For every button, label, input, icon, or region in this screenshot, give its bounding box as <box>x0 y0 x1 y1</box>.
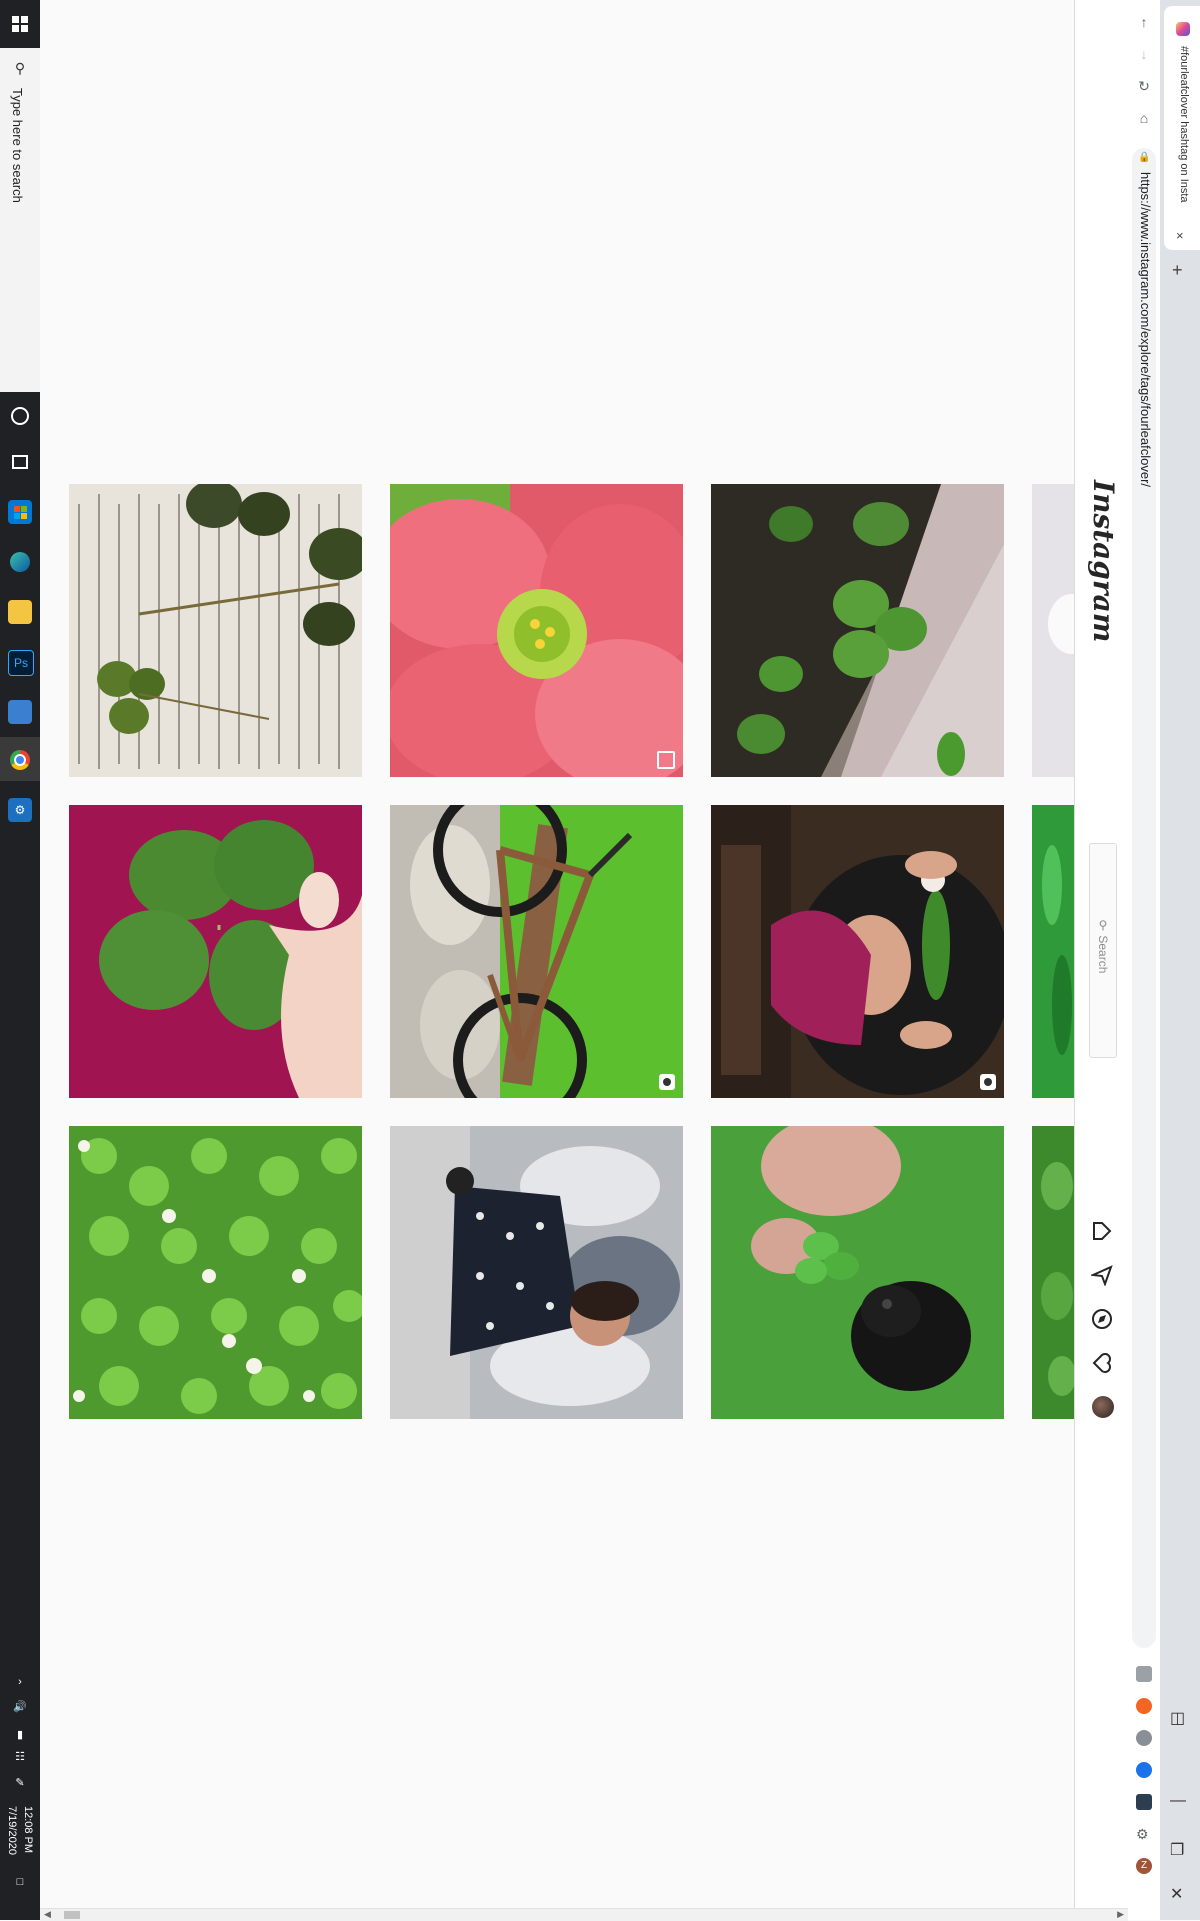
horizontal-scrollbar[interactable]: ◀ ▶ <box>40 1908 1128 1921</box>
search-placeholder: ⚲ Search <box>1096 918 1110 974</box>
post-thumbnail[interactable] <box>69 484 362 777</box>
taskbar-search-placeholder: Type here to search <box>10 88 25 203</box>
bicycle-on-grass-image <box>390 805 683 1098</box>
partial-image <box>1032 1126 1074 1419</box>
post-thumbnail[interactable] <box>390 805 683 1098</box>
back-arrow-icon[interactable]: ↑ <box>1132 10 1156 34</box>
store-icon[interactable] <box>8 500 32 524</box>
tab-strip: #fourleafclover hashtag on Insta × + ◫ —… <box>1160 0 1200 1920</box>
reload-icon[interactable]: ↻ <box>1132 74 1156 98</box>
browser-toolbar: ↑ ↓ ↻ ⌂ 🔒 https://www.instagram.com/expl… <box>1128 0 1161 1920</box>
extension-photo-icon[interactable] <box>1136 1794 1152 1810</box>
extension-g-icon[interactable] <box>1136 1666 1152 1682</box>
search-icon: ⚲ <box>14 60 26 76</box>
url-text: https://www.instagram.com/explore/tags/f… <box>1138 172 1153 488</box>
browser-chrome: ↑ ↓ ↻ ⌂ 🔒 https://www.instagram.com/expl… <box>1128 0 1200 1920</box>
post-thumbnail[interactable] <box>711 805 1004 1098</box>
pen-icon[interactable]: ✎ <box>0 1776 40 1789</box>
post-thumbnail-partial[interactable] <box>1032 484 1074 777</box>
extension-orange-icon[interactable] <box>1136 1698 1152 1714</box>
profile-avatar[interactable] <box>1092 1396 1114 1418</box>
window-layout-icon[interactable]: ◫ <box>1170 1708 1185 1728</box>
notification-icon[interactable]: □ <box>0 1876 40 1888</box>
post-thumbnail-partial[interactable] <box>1032 805 1074 1098</box>
post-thumbnail[interactable] <box>390 484 683 777</box>
partial-image <box>1032 484 1074 777</box>
taskbar-clock[interactable]: 12:08 PM 7/19/2020 <box>4 1806 36 1855</box>
clock-time: 12:08 PM <box>22 1806 34 1854</box>
forward-arrow-icon[interactable]: ↓ <box>1132 42 1156 66</box>
video-icon <box>980 1074 996 1090</box>
minimize-icon[interactable]: — <box>1170 1792 1186 1810</box>
instagram-explore-page <box>40 0 1074 1908</box>
task-view-icon[interactable] <box>8 450 32 474</box>
extension-circle-icon[interactable] <box>1136 1730 1152 1746</box>
explore-icon[interactable] <box>1089 1306 1115 1332</box>
clock-date: 7/19/2020 <box>6 1806 18 1855</box>
settings-icon[interactable]: ⚙ <box>8 798 32 822</box>
new-tab-button[interactable]: + <box>1172 260 1183 281</box>
extensions-puzzle-icon[interactable]: ⚙ <box>1136 1826 1152 1842</box>
close-window-icon[interactable]: ✕ <box>1170 1884 1183 1904</box>
video-icon <box>659 1074 675 1090</box>
tab-instagram[interactable]: #fourleafclover hashtag on Insta × <box>1164 6 1200 250</box>
address-bar[interactable]: 🔒 https://www.instagram.com/explore/tags… <box>1132 148 1156 1648</box>
edge-icon[interactable] <box>8 550 32 574</box>
scrollbar-thumb[interactable] <box>64 1911 80 1919</box>
speaker-icon[interactable]: 🔊 <box>0 1700 40 1713</box>
network-icon[interactable]: ☷ <box>0 1750 40 1763</box>
direct-icon[interactable] <box>1089 1262 1115 1288</box>
taskbar: ⚲ Type here to search Ps ⚙ › 🔊 ▮ ☷ ✎ 12:… <box>0 0 41 1920</box>
tab-close-icon[interactable]: × <box>1176 228 1184 243</box>
hand-holding-clover-with-dog-image <box>711 1126 1004 1419</box>
pressed-clover-on-newspaper-image <box>69 484 362 777</box>
post-thumbnail[interactable] <box>390 1126 683 1419</box>
instagram-search-input[interactable]: ⚲ Search <box>1089 843 1117 1058</box>
battery-icon[interactable]: ▮ <box>0 1728 40 1741</box>
activity-heart-icon[interactable] <box>1089 1350 1115 1376</box>
home-icon[interactable] <box>1089 1218 1115 1244</box>
multiple-photos-icon <box>657 751 675 769</box>
instagram-favicon-icon <box>1176 22 1190 36</box>
chrome-icon[interactable] <box>8 748 32 772</box>
home-page-icon[interactable]: ⌂ <box>1132 106 1156 130</box>
post-thumbnail[interactable] <box>69 1126 362 1419</box>
clover-patch-with-flowers-image <box>69 1126 362 1419</box>
restore-icon[interactable]: ❐ <box>1170 1840 1184 1860</box>
start-icon[interactable] <box>0 0 40 48</box>
scroll-right-icon[interactable]: ▶ <box>1117 1909 1124 1920</box>
visual-studio-icon[interactable] <box>8 700 32 724</box>
cortana-icon[interactable] <box>8 404 32 428</box>
lock-icon: 🔒 <box>1138 152 1151 163</box>
extension-blue-icon[interactable] <box>1136 1762 1152 1778</box>
child-in-polka-dot-dress-image <box>390 1126 683 1419</box>
instagram-logo[interactable]: Instagram <box>1087 480 1120 642</box>
tab-title: #fourleafclover hashtag on Insta <box>1178 46 1190 203</box>
post-thumbnail[interactable] <box>711 1126 1004 1419</box>
photoshop-icon[interactable]: Ps <box>8 650 34 676</box>
partial-image <box>1032 805 1074 1098</box>
post-thumbnail-partial[interactable] <box>1032 1126 1074 1419</box>
woman-holding-leaf-image <box>711 805 1004 1098</box>
profile-icon[interactable]: Z <box>1136 1858 1152 1874</box>
post-thumbnail[interactable] <box>69 805 362 1098</box>
post-thumbnail[interactable] <box>711 484 1004 777</box>
pink-oxalis-flower-image <box>390 484 683 777</box>
tray-chevron-icon[interactable]: › <box>0 1676 40 1688</box>
file-explorer-icon[interactable] <box>8 600 32 624</box>
taskbar-search-box[interactable]: ⚲ Type here to search <box>0 0 41 392</box>
scroll-left-icon[interactable]: ◀ <box>44 1909 51 1920</box>
four-leaf-clover-held-on-magenta-image <box>69 805 362 1098</box>
instagram-navbar: Instagram ⚲ Search <box>1074 0 1129 1908</box>
clover-in-planter-image <box>711 484 1004 777</box>
